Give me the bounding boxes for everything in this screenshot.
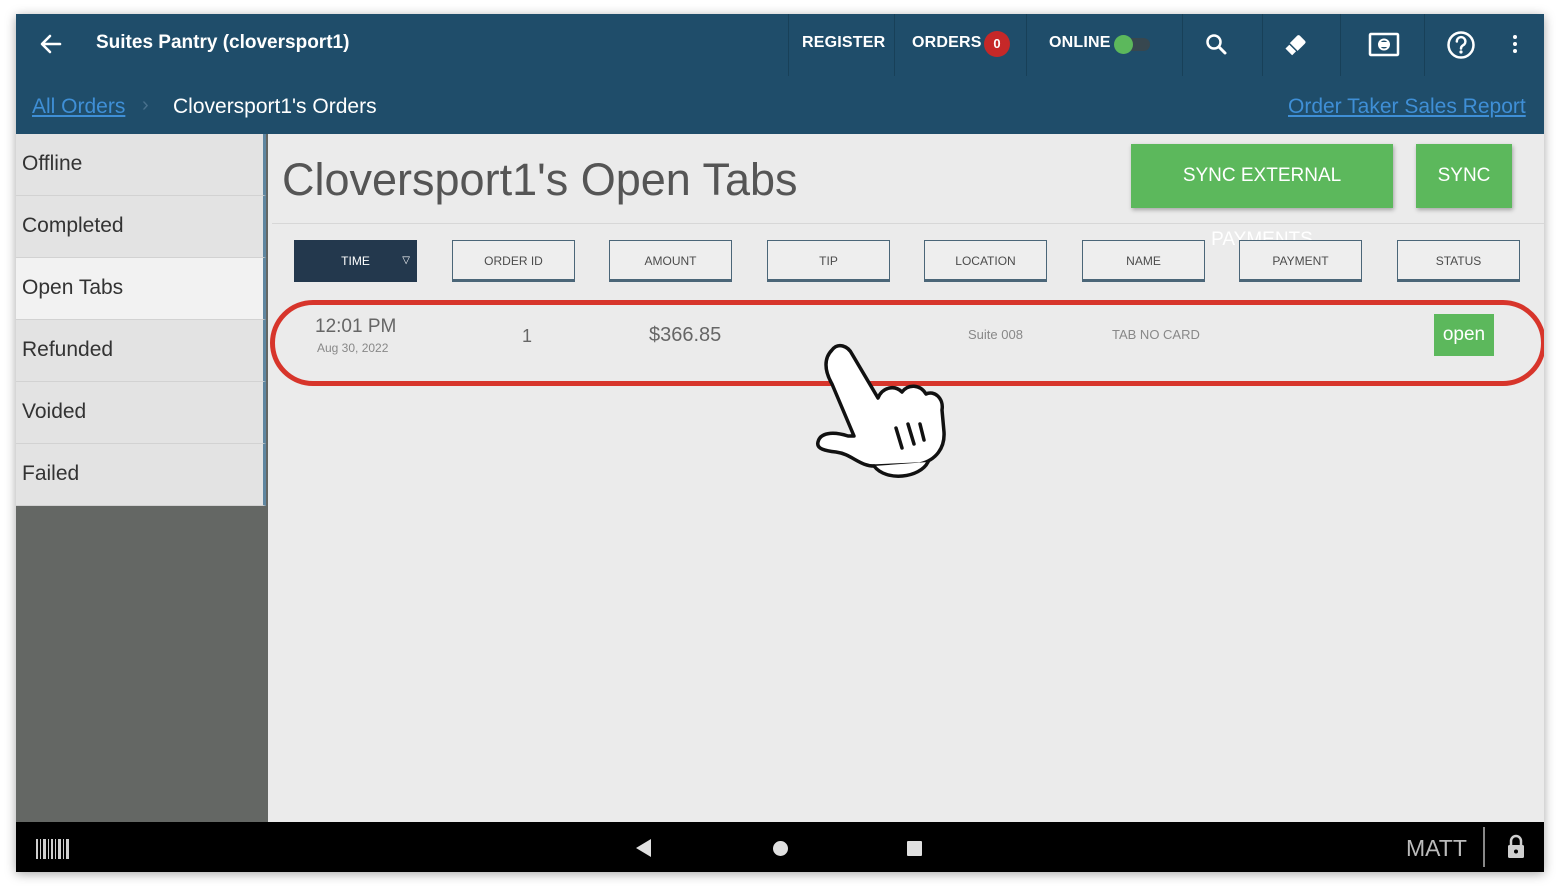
divider: [1340, 14, 1341, 76]
sidebar-item-offline[interactable]: Offline: [16, 134, 266, 196]
store-title: Suites Pantry (cloversport1): [96, 32, 350, 53]
divider: [1026, 14, 1027, 76]
sidebar-item-label: Voided: [22, 400, 87, 423]
sidebar-item-label: Offline: [22, 152, 83, 175]
sidebar: Offline Completed Open Tabs Refunded Voi…: [16, 134, 268, 822]
back-arrow-icon[interactable]: [38, 30, 64, 58]
column-header-location[interactable]: LOCATION: [924, 240, 1047, 282]
divider: [788, 14, 789, 76]
sidebar-item-failed[interactable]: Failed: [16, 444, 266, 506]
column-header-amount[interactable]: AMOUNT: [609, 240, 732, 282]
column-header-tip[interactable]: TIP: [767, 240, 890, 282]
divider: [272, 223, 1544, 224]
orders-count-badge: 0: [984, 31, 1010, 57]
sidebar-item-label: Completed: [22, 214, 124, 237]
pointing-hand-icon: [808, 336, 958, 486]
order-taker-sales-report-link[interactable]: Order Taker Sales Report: [1288, 95, 1526, 119]
all-orders-link[interactable]: All Orders: [32, 95, 125, 119]
cash-drawer-icon[interactable]: [1368, 30, 1400, 60]
column-header-order-id[interactable]: ORDER ID: [452, 240, 575, 282]
sync-external-payments-button[interactable]: SYNC EXTERNAL PAYMENTS: [1131, 144, 1393, 250]
sort-desc-icon: ▽: [402, 255, 410, 266]
eraser-icon[interactable]: [1280, 30, 1310, 60]
lock-icon[interactable]: [1506, 834, 1526, 860]
online-toggle[interactable]: [1114, 35, 1150, 54]
current-user-label: MATT: [1406, 835, 1467, 861]
sidebar-item-label: Open Tabs: [22, 276, 124, 299]
sidebar-item-completed[interactable]: Completed: [16, 196, 266, 258]
sidebar-item-refunded[interactable]: Refunded: [16, 320, 266, 382]
divider: [1483, 827, 1485, 867]
breadcrumb-current: Cloversport1's Orders: [173, 95, 377, 118]
sidebar-item-voided[interactable]: Voided: [16, 382, 266, 444]
breadcrumb: All Orders › Cloversport1's Orders Order…: [16, 76, 1544, 134]
top-app-bar: Suites Pantry (cloversport1) REGISTER OR…: [16, 14, 1544, 76]
sidebar-item-label: Failed: [22, 462, 80, 485]
column-header-name[interactable]: NAME: [1082, 240, 1205, 282]
nav-back-icon[interactable]: [636, 839, 651, 857]
column-header-status[interactable]: STATUS: [1397, 240, 1520, 282]
orders-button[interactable]: ORDERS: [912, 34, 982, 52]
divider: [1424, 14, 1425, 76]
barcode-icon[interactable]: [36, 839, 69, 859]
divider: [1262, 14, 1263, 76]
sidebar-item-label: Refunded: [22, 338, 114, 361]
more-vert-icon[interactable]: [1500, 30, 1530, 60]
nav-recents-icon[interactable]: [907, 841, 922, 856]
bottom-nav-bar: MATT: [16, 822, 1544, 872]
app-window: Suites Pantry (cloversport1) REGISTER OR…: [16, 14, 1544, 872]
column-header-time[interactable]: TIME ▽: [294, 240, 417, 282]
divider: [894, 14, 895, 76]
help-icon[interactable]: [1446, 30, 1476, 60]
sync-button[interactable]: SYNC: [1416, 144, 1512, 208]
online-label: ONLINE: [1049, 34, 1111, 51]
chevron-right-icon: ›: [142, 94, 149, 116]
toggle-knob: [1114, 35, 1133, 54]
divider: [1182, 14, 1183, 76]
nav-home-icon[interactable]: [773, 841, 788, 856]
sidebar-item-open-tabs[interactable]: Open Tabs: [16, 258, 266, 320]
register-button[interactable]: REGISTER: [802, 34, 885, 52]
search-icon[interactable]: [1202, 30, 1232, 60]
column-header-payment[interactable]: PAYMENT: [1239, 240, 1362, 282]
page-title: Cloversport1's Open Tabs: [282, 154, 798, 205]
